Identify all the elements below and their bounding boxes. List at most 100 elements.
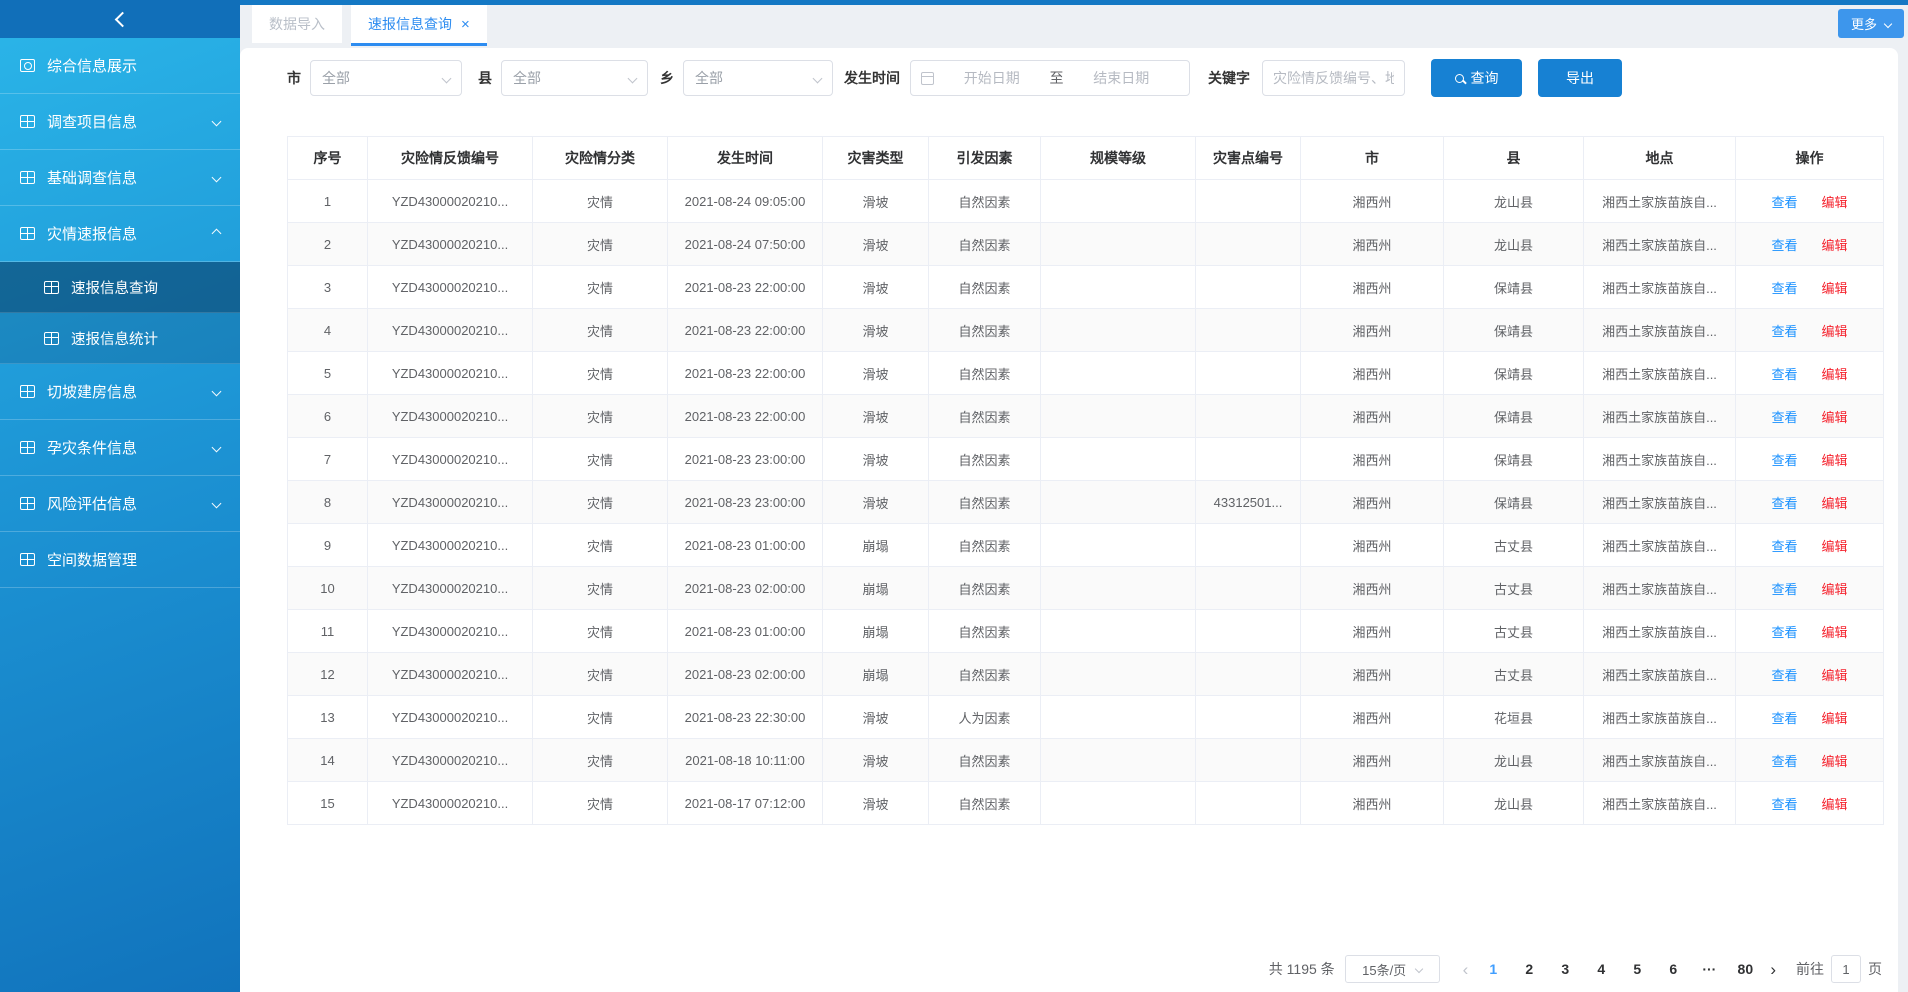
edit-link[interactable]: 编辑 [1822, 622, 1848, 641]
scrollbar-track[interactable] [1898, 48, 1908, 992]
export-button[interactable]: 导出 [1538, 59, 1622, 97]
cell-code: YZD43000020210... [368, 180, 533, 222]
table-row: 13YZD43000020210...灾情2021-08-23 22:30:00… [288, 696, 1883, 739]
city-filter-label: 市 [287, 68, 301, 88]
next-page-button[interactable]: › [1770, 961, 1776, 978]
sidebar-collapse-button[interactable] [0, 0, 240, 38]
chevron-down-icon [212, 387, 222, 397]
cell-factor: 自然因素 [929, 395, 1041, 437]
sidebar-item-2[interactable]: 调查项目信息 [0, 94, 240, 150]
city-select[interactable]: 全部 [310, 60, 462, 96]
view-link[interactable]: 查看 [1771, 407, 1797, 426]
view-link[interactable]: 查看 [1771, 536, 1797, 555]
page-button[interactable]: 2 [1514, 961, 1544, 977]
sidebar-item-7[interactable]: 风险评估信息 [0, 476, 240, 532]
edit-link[interactable]: 编辑 [1822, 235, 1848, 254]
page-button[interactable]: 3 [1550, 961, 1580, 977]
edit-link[interactable]: 编辑 [1822, 321, 1848, 340]
sidebar-item-label: 灾情速报信息 [47, 223, 213, 244]
township-select-value: 全部 [695, 68, 723, 88]
page-button[interactable]: 5 [1622, 961, 1652, 977]
edit-link[interactable]: 编辑 [1822, 536, 1848, 555]
view-link[interactable]: 查看 [1771, 235, 1797, 254]
view-link[interactable]: 查看 [1771, 665, 1797, 684]
edit-link[interactable]: 编辑 [1822, 751, 1848, 770]
sidebar-subitem-2[interactable]: 速报信息统计 [0, 313, 240, 364]
page-button[interactable]: 1 [1478, 961, 1508, 977]
cell-time: 2021-08-23 22:00:00 [668, 309, 823, 351]
cell-location: 湘西土家族苗族自... [1584, 481, 1736, 523]
view-link[interactable]: 查看 [1771, 622, 1797, 641]
view-link[interactable]: 查看 [1771, 192, 1797, 211]
cell-city: 湘西州 [1301, 180, 1444, 222]
view-link[interactable]: 查看 [1771, 794, 1797, 813]
more-button[interactable]: 更多 [1838, 9, 1904, 38]
view-link[interactable]: 查看 [1771, 321, 1797, 340]
cell-category: 灾情 [533, 782, 668, 824]
edit-link[interactable]: 编辑 [1822, 364, 1848, 383]
sidebar-item-5[interactable]: 切坡建房信息 [0, 364, 240, 420]
goto-page-input[interactable] [1831, 955, 1861, 983]
table-row: 12YZD43000020210...灾情2021-08-23 02:00:00… [288, 653, 1883, 696]
page-size-select[interactable]: 15条/页 [1345, 955, 1440, 983]
edit-link[interactable]: 编辑 [1822, 407, 1848, 426]
search-button[interactable]: 查询 [1431, 59, 1522, 97]
chevron-down-icon [212, 499, 222, 509]
tab-2[interactable]: 速报信息查询× [351, 5, 487, 46]
cell-type: 滑坡 [823, 352, 929, 394]
cell-actions: 查看 编辑 [1736, 696, 1883, 738]
cell-category: 灾情 [533, 395, 668, 437]
sidebar-item-6[interactable]: 孕灾条件信息 [0, 420, 240, 476]
close-icon[interactable]: × [461, 17, 470, 32]
township-select[interactable]: 全部 [683, 60, 833, 96]
edit-link[interactable]: 编辑 [1822, 665, 1848, 684]
edit-link[interactable]: 编辑 [1822, 794, 1848, 813]
cell-county: 古丈县 [1444, 567, 1584, 609]
cell-point_code [1196, 180, 1301, 222]
view-link[interactable]: 查看 [1771, 579, 1797, 598]
column-header: 灾害点编号 [1196, 137, 1301, 179]
edit-link[interactable]: 编辑 [1822, 278, 1848, 297]
table-row: 3YZD43000020210...灾情2021-08-23 22:00:00滑… [288, 266, 1883, 309]
page-button[interactable]: 4 [1586, 961, 1616, 977]
cell-actions: 查看 编辑 [1736, 567, 1883, 609]
edit-link[interactable]: 编辑 [1822, 493, 1848, 512]
page-size-value: 15条/页 [1362, 960, 1406, 979]
sidebar-item-8[interactable]: 空间数据管理 [0, 532, 240, 588]
column-header: 市 [1301, 137, 1444, 179]
view-link[interactable]: 查看 [1771, 364, 1797, 383]
edit-link[interactable]: 编辑 [1822, 192, 1848, 211]
cell-factor: 自然因素 [929, 524, 1041, 566]
view-link[interactable]: 查看 [1771, 493, 1797, 512]
cell-time: 2021-08-23 02:00:00 [668, 567, 823, 609]
cell-actions: 查看 编辑 [1736, 352, 1883, 394]
sidebar-item-3[interactable]: 基础调查信息 [0, 150, 240, 206]
view-link[interactable]: 查看 [1771, 751, 1797, 770]
view-link[interactable]: 查看 [1771, 450, 1797, 469]
sidebar-submenu: 速报信息查询速报信息统计 [0, 262, 240, 364]
cell-code: YZD43000020210... [368, 395, 533, 437]
column-header: 操作 [1736, 137, 1883, 179]
edit-link[interactable]: 编辑 [1822, 579, 1848, 598]
cell-category: 灾情 [533, 524, 668, 566]
sidebar-item-4[interactable]: 灾情速报信息 [0, 206, 240, 262]
view-link[interactable]: 查看 [1771, 278, 1797, 297]
sidebar-subitem-1[interactable]: 速报信息查询 [0, 262, 240, 313]
tab-1[interactable]: 数据导入 [252, 5, 342, 43]
page-button[interactable]: 80 [1730, 961, 1760, 977]
sidebar-item-1[interactable]: 综合信息展示 [0, 38, 240, 94]
prev-page-button[interactable]: ‹ [1463, 961, 1469, 978]
keyword-input[interactable] [1262, 60, 1405, 96]
date-range-picker[interactable]: 开始日期 至 结束日期 [910, 60, 1190, 96]
cell-category: 灾情 [533, 309, 668, 351]
tab-list: 数据导入速报信息查询× [252, 5, 496, 46]
page-button[interactable]: 6 [1658, 961, 1688, 977]
edit-link[interactable]: 编辑 [1822, 708, 1848, 727]
county-select[interactable]: 全部 [501, 60, 648, 96]
cell-scale [1041, 739, 1196, 781]
page-ellipsis[interactable]: ··· [1694, 961, 1724, 977]
cell-scale [1041, 395, 1196, 437]
view-link[interactable]: 查看 [1771, 708, 1797, 727]
cell-code: YZD43000020210... [368, 481, 533, 523]
edit-link[interactable]: 编辑 [1822, 450, 1848, 469]
